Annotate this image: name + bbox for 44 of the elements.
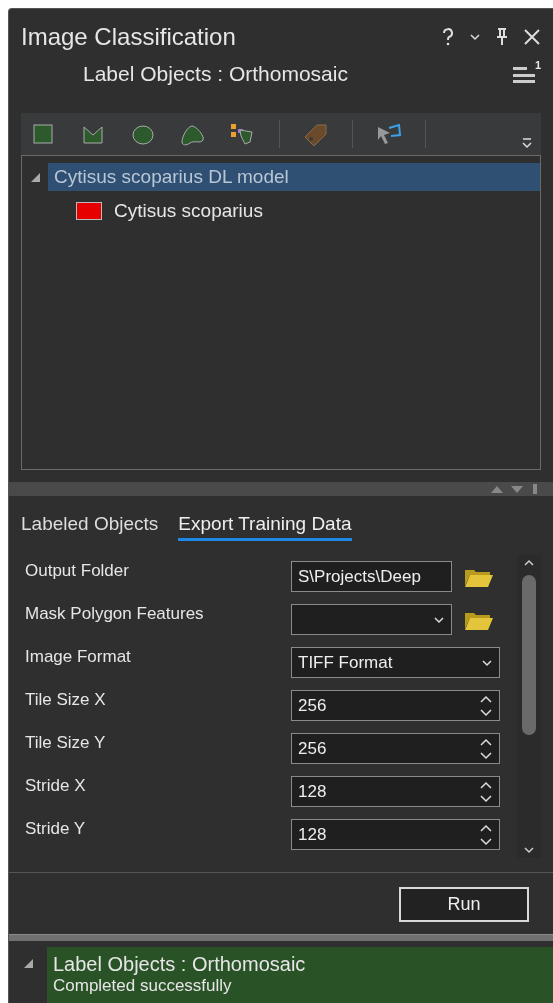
circle-icon[interactable]	[129, 122, 157, 146]
field-label: Output Folder	[25, 561, 130, 581]
field-label: Stride X	[25, 776, 87, 796]
field-label: Mask Polygon Features	[25, 604, 205, 624]
freehand-shape-icon[interactable]	[179, 122, 207, 146]
scrollbar[interactable]	[517, 555, 541, 858]
window-title: Image Classification	[21, 23, 237, 51]
number-field[interactable]: 256	[291, 733, 500, 764]
status-text: Completed successfully	[53, 976, 233, 996]
spinner-icon[interactable]	[479, 779, 493, 804]
tree-item[interactable]: Cytisus scoparius DL model	[48, 163, 540, 191]
dropdown[interactable]	[291, 604, 452, 635]
spinner-icon[interactable]	[479, 736, 493, 761]
tree-item[interactable]: Cytisus scoparius	[108, 197, 540, 225]
select-pointer-icon[interactable]	[375, 122, 403, 146]
number-field[interactable]: 128	[291, 819, 500, 850]
spinner-icon[interactable]	[479, 693, 493, 718]
scroll-down-icon[interactable]	[523, 846, 535, 854]
collapse-icon[interactable]	[22, 957, 34, 969]
field-label: Tile Size X	[25, 690, 107, 710]
expand-icon[interactable]	[29, 171, 41, 183]
tab[interactable]: Export Training Data	[178, 512, 352, 541]
field-label: Tile Size Y	[25, 733, 107, 753]
field-label: Stride Y	[25, 819, 87, 839]
scroll-up-icon[interactable]	[523, 559, 535, 567]
chevron-down-icon	[481, 658, 493, 667]
panel-subtitle: Label Objects : Orthomosaic	[83, 62, 349, 86]
spinner-icon[interactable]	[479, 822, 493, 847]
dropdown[interactable]: TIFF Format	[291, 647, 500, 678]
number-field[interactable]: 128	[291, 776, 500, 807]
number-field[interactable]: 256	[291, 690, 500, 721]
tab[interactable]: Labeled Objects	[21, 512, 159, 541]
run-button[interactable]: Run	[399, 887, 529, 922]
chevron-down-icon	[469, 33, 481, 41]
splitter-arrows-icon[interactable]	[489, 484, 539, 494]
close-icon[interactable]	[523, 28, 541, 46]
field-label: Image Format	[25, 647, 132, 667]
help-icon[interactable]	[441, 28, 455, 46]
chevron-down-icon	[433, 615, 445, 624]
status-title: Label Objects : Orthomosaic	[53, 953, 307, 976]
overflow-icon[interactable]	[521, 137, 533, 149]
path-field[interactable]: S\Projects\Deep	[291, 561, 452, 592]
pin-icon[interactable]	[495, 28, 509, 46]
menu-button[interactable]: 1	[513, 63, 541, 85]
